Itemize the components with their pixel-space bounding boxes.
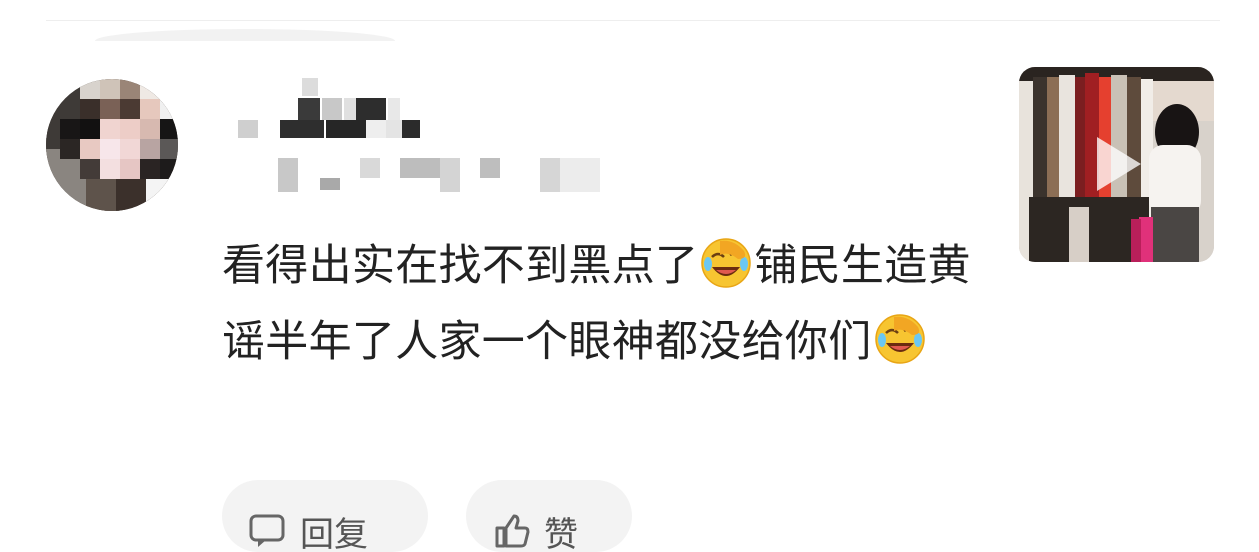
previous-item-edge [95, 29, 395, 53]
user-avatar[interactable] [46, 79, 178, 211]
username-mosaic[interactable] [238, 78, 428, 140]
reply-icon [248, 512, 286, 550]
comment-text-part1: 看得出实在找不到黑点了 [222, 241, 698, 291]
comment-text: 看得出实在找不到黑点了铺民生造黄谣半年了人家一个眼神都没给你们 [222, 228, 982, 380]
reply-button[interactable]: 回复 [222, 480, 428, 552]
like-button[interactable]: 赞 [466, 480, 632, 552]
top-divider [46, 20, 1220, 21]
face-palm-laugh-emoji-icon-2 [874, 313, 926, 365]
comment-meta-mosaic [278, 158, 608, 196]
thumbs-up-icon [492, 512, 530, 550]
username-redacted [238, 78, 428, 140]
reply-button-label: 回复 [300, 507, 368, 552]
like-button-label: 赞 [544, 507, 578, 552]
face-palm-laugh-emoji-icon [700, 237, 752, 289]
meta-redacted [278, 158, 608, 196]
avatar-mosaic [46, 79, 178, 211]
play-icon[interactable] [1097, 137, 1141, 191]
video-thumbnail[interactable] [1019, 67, 1214, 262]
